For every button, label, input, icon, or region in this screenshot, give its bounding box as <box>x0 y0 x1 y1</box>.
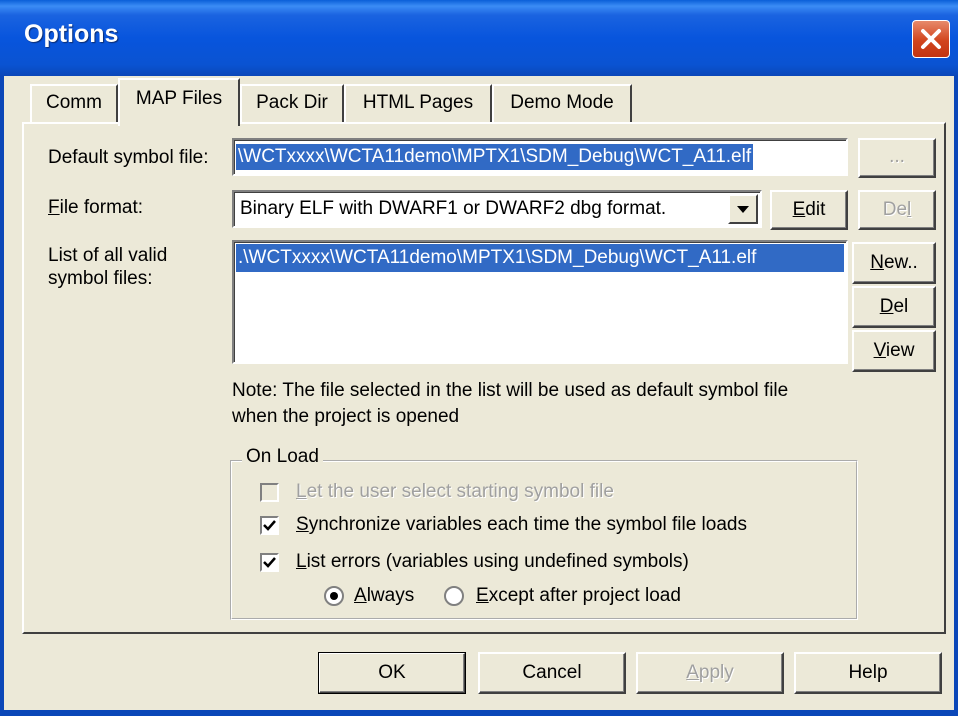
view-button[interactable]: View <box>852 330 936 372</box>
list-errors-checkbox[interactable] <box>260 553 279 572</box>
let-user-checkbox[interactable] <box>260 483 279 502</box>
note-line-1: Note: The file selected in the list will… <box>232 380 789 401</box>
symbol-files-list[interactable]: .\WCTxxxx\WCTA11demo\MPTX1\SDM_Debug\WCT… <box>232 240 848 364</box>
symbol-list-label-2: symbol files: <box>48 268 153 289</box>
file-format-value: Binary ELF with DWARF1 or DWARF2 dbg for… <box>240 198 667 219</box>
checkmark-icon <box>263 520 276 531</box>
note-line-2: when the project is opened <box>232 406 460 427</box>
file-format-label: File format: <box>48 197 144 218</box>
list-item[interactable]: .\WCTxxxx\WCTA11demo\MPTX1\SDM_Debug\WCT… <box>236 244 844 272</box>
sync-label: Synchronize variables each time the symb… <box>296 514 747 535</box>
browse-label: ... <box>889 146 905 167</box>
chevron-down-icon <box>737 206 749 213</box>
checkmark-icon <box>263 557 276 568</box>
file-format-select[interactable]: Binary ELF with DWARF1 or DWARF2 dbg for… <box>232 190 762 228</box>
on-load-title: On Load <box>242 446 323 468</box>
del-format-label: Del <box>882 199 912 220</box>
dropdown-button[interactable] <box>728 194 758 224</box>
let-user-label: Let the user select starting symbol file <box>296 481 614 502</box>
except-radio[interactable] <box>444 586 464 606</box>
sync-checkbox[interactable] <box>260 516 279 535</box>
del-button[interactable]: Del <box>852 286 936 328</box>
list-errors-label: List errors (variables using undefined s… <box>296 551 689 572</box>
radio-dot-icon <box>330 592 338 600</box>
except-label: Except after project load <box>476 585 681 606</box>
default-symbol-field[interactable]: \WCTxxxx\WCTA11demo\MPTX1\SDM_Debug\WCT_… <box>232 138 848 176</box>
always-label: Always <box>354 585 415 606</box>
default-symbol-value: \WCTxxxx\WCTA11demo\MPTX1\SDM_Debug\WCT_… <box>236 144 754 170</box>
symbol-list-label-1: List of all valid <box>48 245 168 266</box>
default-symbol-label: Default symbol file: <box>48 147 209 168</box>
always-radio[interactable] <box>324 586 344 606</box>
browse-button[interactable]: ... <box>858 138 936 178</box>
edit-button[interactable]: Edit <box>770 190 848 230</box>
del-format-button[interactable]: Del <box>858 190 936 230</box>
panel-content: Default symbol file: \WCTxxxx\WCTA11demo… <box>0 0 958 716</box>
options-dialog: Options Comm MAP Files Pack Dir HTML Pag… <box>0 0 958 716</box>
new-button[interactable]: New.. <box>852 242 936 284</box>
